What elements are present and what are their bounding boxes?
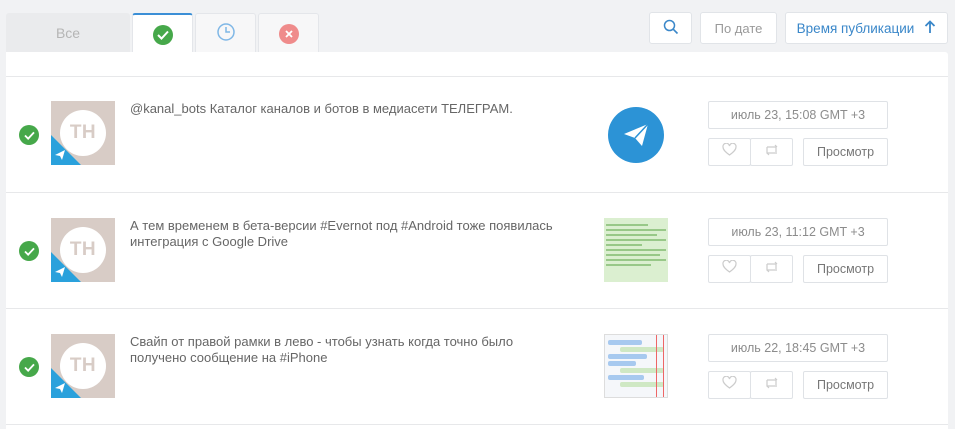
telegram-plane-icon	[55, 383, 65, 393]
heart-icon	[722, 142, 737, 161]
post-row: TH Свайп от правой рамки в лево - чтобы …	[6, 309, 948, 425]
view-button-label: Просмотр	[816, 262, 875, 276]
sort-publish-time-button[interactable]: Время публикации	[785, 12, 948, 44]
channel-avatar[interactable]: TH	[51, 334, 115, 398]
sort-publish-time-label: Время публикации	[796, 20, 915, 36]
search-button[interactable]	[649, 12, 692, 44]
like-button[interactable]	[708, 371, 751, 399]
published-status-icon	[19, 241, 39, 261]
post-date: июль 22, 18:45 GMT +3	[708, 334, 888, 362]
channel-avatar[interactable]: TH	[51, 101, 115, 165]
heart-icon	[722, 259, 737, 278]
post-row: TH @kanal_bots Каталог каналов и ботов в…	[6, 77, 948, 193]
view-button-label: Просмотр	[816, 145, 875, 159]
repost-button[interactable]	[750, 138, 793, 166]
post-thumbnail[interactable]	[604, 334, 668, 398]
arrow-up-icon	[914, 19, 936, 37]
post-thumbnail[interactable]	[604, 218, 668, 282]
view-button[interactable]: Просмотр	[803, 255, 888, 283]
repost-icon	[764, 376, 780, 395]
cancel-circle-icon	[278, 23, 299, 44]
tab-failed[interactable]	[258, 13, 319, 53]
sort-by-date-button[interactable]: По дате	[700, 12, 777, 44]
repost-icon	[764, 143, 780, 162]
post-text: А тем временем в бета-версии #Evernot по…	[130, 218, 553, 249]
telegram-plane-icon	[55, 267, 65, 277]
view-button[interactable]: Просмотр	[803, 138, 888, 166]
tab-published[interactable]	[132, 13, 193, 54]
channel-avatar[interactable]: TH	[51, 218, 115, 282]
check-circle-icon	[152, 24, 173, 45]
tab-scheduled[interactable]	[195, 13, 256, 53]
clock-icon	[216, 22, 236, 45]
repost-button[interactable]	[750, 371, 793, 399]
like-button[interactable]	[708, 255, 751, 283]
post-text: Свайп от правой рамки в лево - чтобы узн…	[130, 334, 514, 365]
tab-all-label: Все	[55, 25, 81, 41]
post-date: июль 23, 15:08 GMT +3	[708, 101, 888, 129]
posts-panel: TH @kanal_bots Каталог каналов и ботов в…	[6, 52, 948, 429]
like-button[interactable]	[708, 138, 751, 166]
telegram-logo-icon	[608, 107, 664, 163]
post-date: июль 23, 11:12 GMT +3	[708, 218, 888, 246]
heart-icon	[722, 375, 737, 394]
published-status-icon	[19, 357, 39, 377]
search-icon	[663, 19, 679, 38]
tab-all[interactable]: Все	[6, 13, 130, 53]
status-tabs: Все	[6, 13, 321, 54]
sort-by-date-label: По дате	[714, 20, 763, 36]
view-button-label: Просмотр	[816, 378, 875, 392]
published-status-icon	[19, 125, 39, 145]
post-row: TH А тем временем в бета-версии #Evernot…	[6, 193, 948, 309]
repost-button[interactable]	[750, 255, 793, 283]
post-text: @kanal_bots Каталог каналов и ботов в ме…	[130, 101, 513, 116]
repost-icon	[764, 260, 780, 279]
panel-header	[6, 52, 948, 77]
telegram-plane-icon	[55, 150, 65, 160]
view-button[interactable]: Просмотр	[803, 371, 888, 399]
post-thumbnail[interactable]	[604, 103, 668, 167]
